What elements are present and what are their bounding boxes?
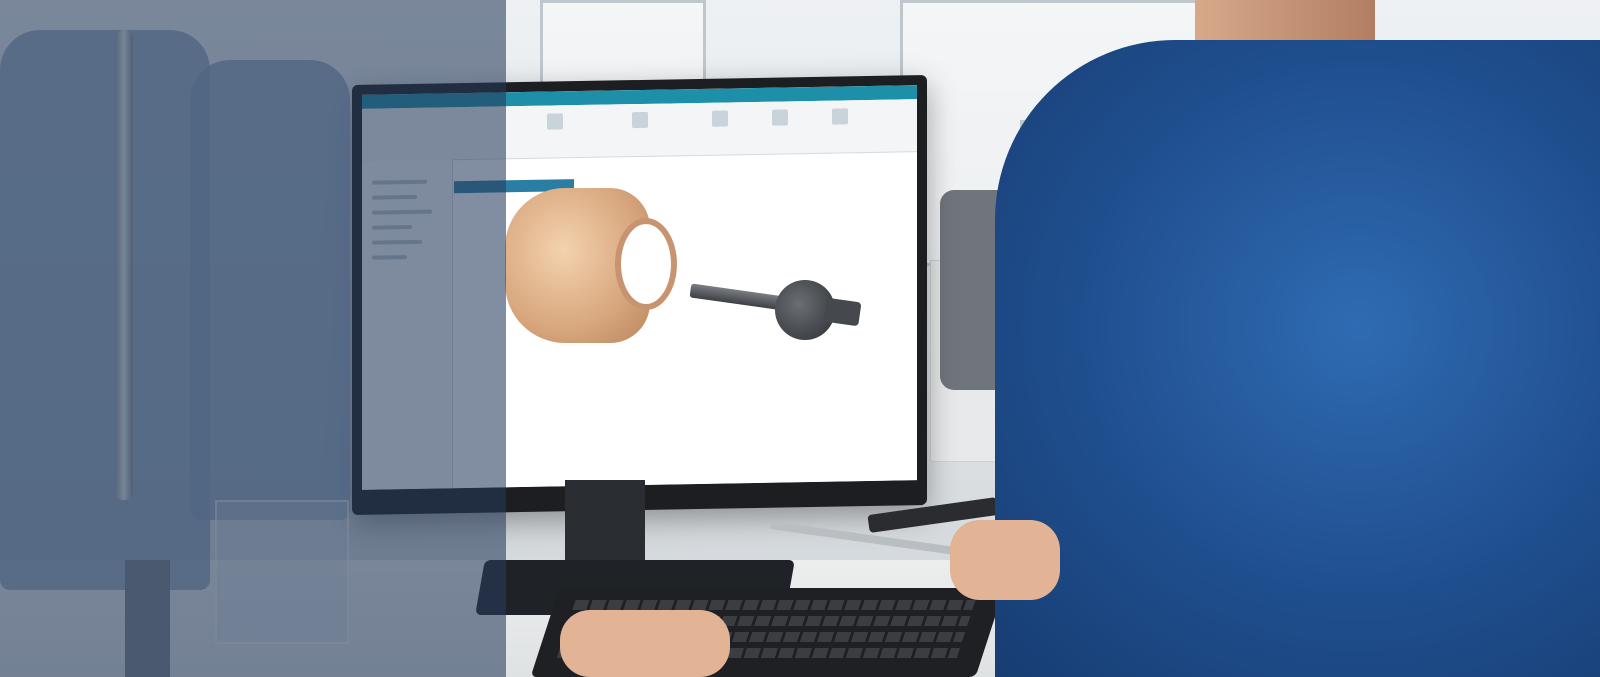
ribbon-icon [832, 108, 848, 125]
person-hand-right [950, 520, 1060, 600]
tool-holder-end [823, 297, 862, 327]
blue-overlay-panel [0, 0, 506, 677]
ribbon-icon [547, 113, 563, 130]
key-row [572, 600, 976, 610]
person-shirt [995, 40, 1600, 677]
person-hand-left [560, 610, 730, 677]
ribbon-icon [712, 110, 728, 127]
office-scene [0, 0, 1600, 677]
part-bore [615, 218, 677, 310]
ribbon-icon [772, 109, 788, 126]
ribbon-icon [632, 111, 648, 129]
